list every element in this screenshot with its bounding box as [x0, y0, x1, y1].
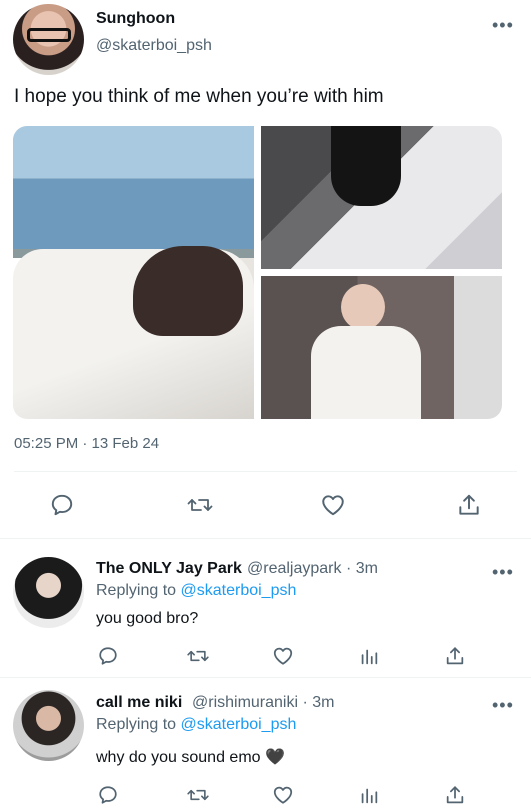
author-avatar[interactable] [13, 4, 84, 75]
tweet-text: I hope you think of me when you’re with … [14, 86, 384, 107]
replying-to-line: Replying to @skaterboi_psh [96, 716, 296, 734]
author-handle[interactable]: @skaterboi_psh [96, 37, 212, 55]
glasses-graphic [27, 28, 71, 42]
author-name[interactable]: Sunghoon [96, 10, 175, 28]
photo-2[interactable] [261, 126, 502, 269]
share-icon[interactable] [443, 644, 467, 668]
reply-icon[interactable] [96, 644, 120, 668]
reply-item[interactable]: The ONLY Jay Park @realjaypark · 3m ••• … [0, 540, 531, 678]
divider [14, 471, 517, 472]
retweet-icon[interactable] [185, 491, 215, 519]
media-grid [13, 126, 502, 419]
analytics-icon[interactable] [357, 644, 381, 668]
reply-author-meta[interactable]: @realjaypark · 3m [247, 560, 378, 578]
photo-hair-shape [331, 126, 401, 206]
photo-robe-shape [311, 326, 421, 419]
avatar[interactable] [13, 557, 84, 628]
more-options-icon[interactable]: ••• [492, 696, 514, 714]
main-tweet: Sunghoon @skaterboi_psh ••• I hope you t… [0, 0, 531, 540]
reply-text: why do you sound emo 🖤 [96, 749, 285, 766]
photo-3[interactable] [261, 276, 502, 419]
reply-author-meta[interactable]: @rishimuraniki · 3m [192, 694, 334, 712]
replying-prefix: Replying to [96, 582, 181, 599]
more-options-icon[interactable]: ••• [492, 563, 514, 581]
reply-icon[interactable] [96, 783, 120, 807]
reply-icon[interactable] [48, 491, 76, 519]
divider [0, 538, 531, 539]
share-icon[interactable] [455, 491, 483, 519]
tweet-timestamp[interactable]: 05:25 PM · 13 Feb 24 [14, 435, 159, 452]
analytics-icon[interactable] [357, 783, 381, 807]
replying-prefix: Replying to [96, 716, 181, 733]
reply-item[interactable]: call me niki @rishimuraniki · 3m ••• Rep… [0, 678, 531, 810]
photo-head-shape [341, 284, 385, 330]
like-icon[interactable] [318, 491, 348, 519]
share-icon[interactable] [443, 783, 467, 807]
reply-text: you good bro? [96, 610, 199, 627]
reply-author-name[interactable]: The ONLY Jay Park [96, 560, 242, 578]
like-icon[interactable] [270, 783, 296, 807]
mention-link[interactable]: @skaterboi_psh [181, 582, 297, 599]
replying-to-line: Replying to @skaterboi_psh [96, 582, 296, 600]
retweet-icon[interactable] [185, 644, 211, 668]
avatar[interactable] [13, 690, 84, 761]
more-options-icon[interactable]: ••• [492, 16, 514, 34]
reply-author-name[interactable]: call me niki [96, 694, 182, 712]
retweet-icon[interactable] [185, 783, 211, 807]
mention-link[interactable]: @skaterboi_psh [181, 716, 297, 733]
photo-1[interactable] [13, 126, 254, 419]
photo-figure-shape [133, 246, 243, 336]
like-icon[interactable] [270, 644, 296, 668]
